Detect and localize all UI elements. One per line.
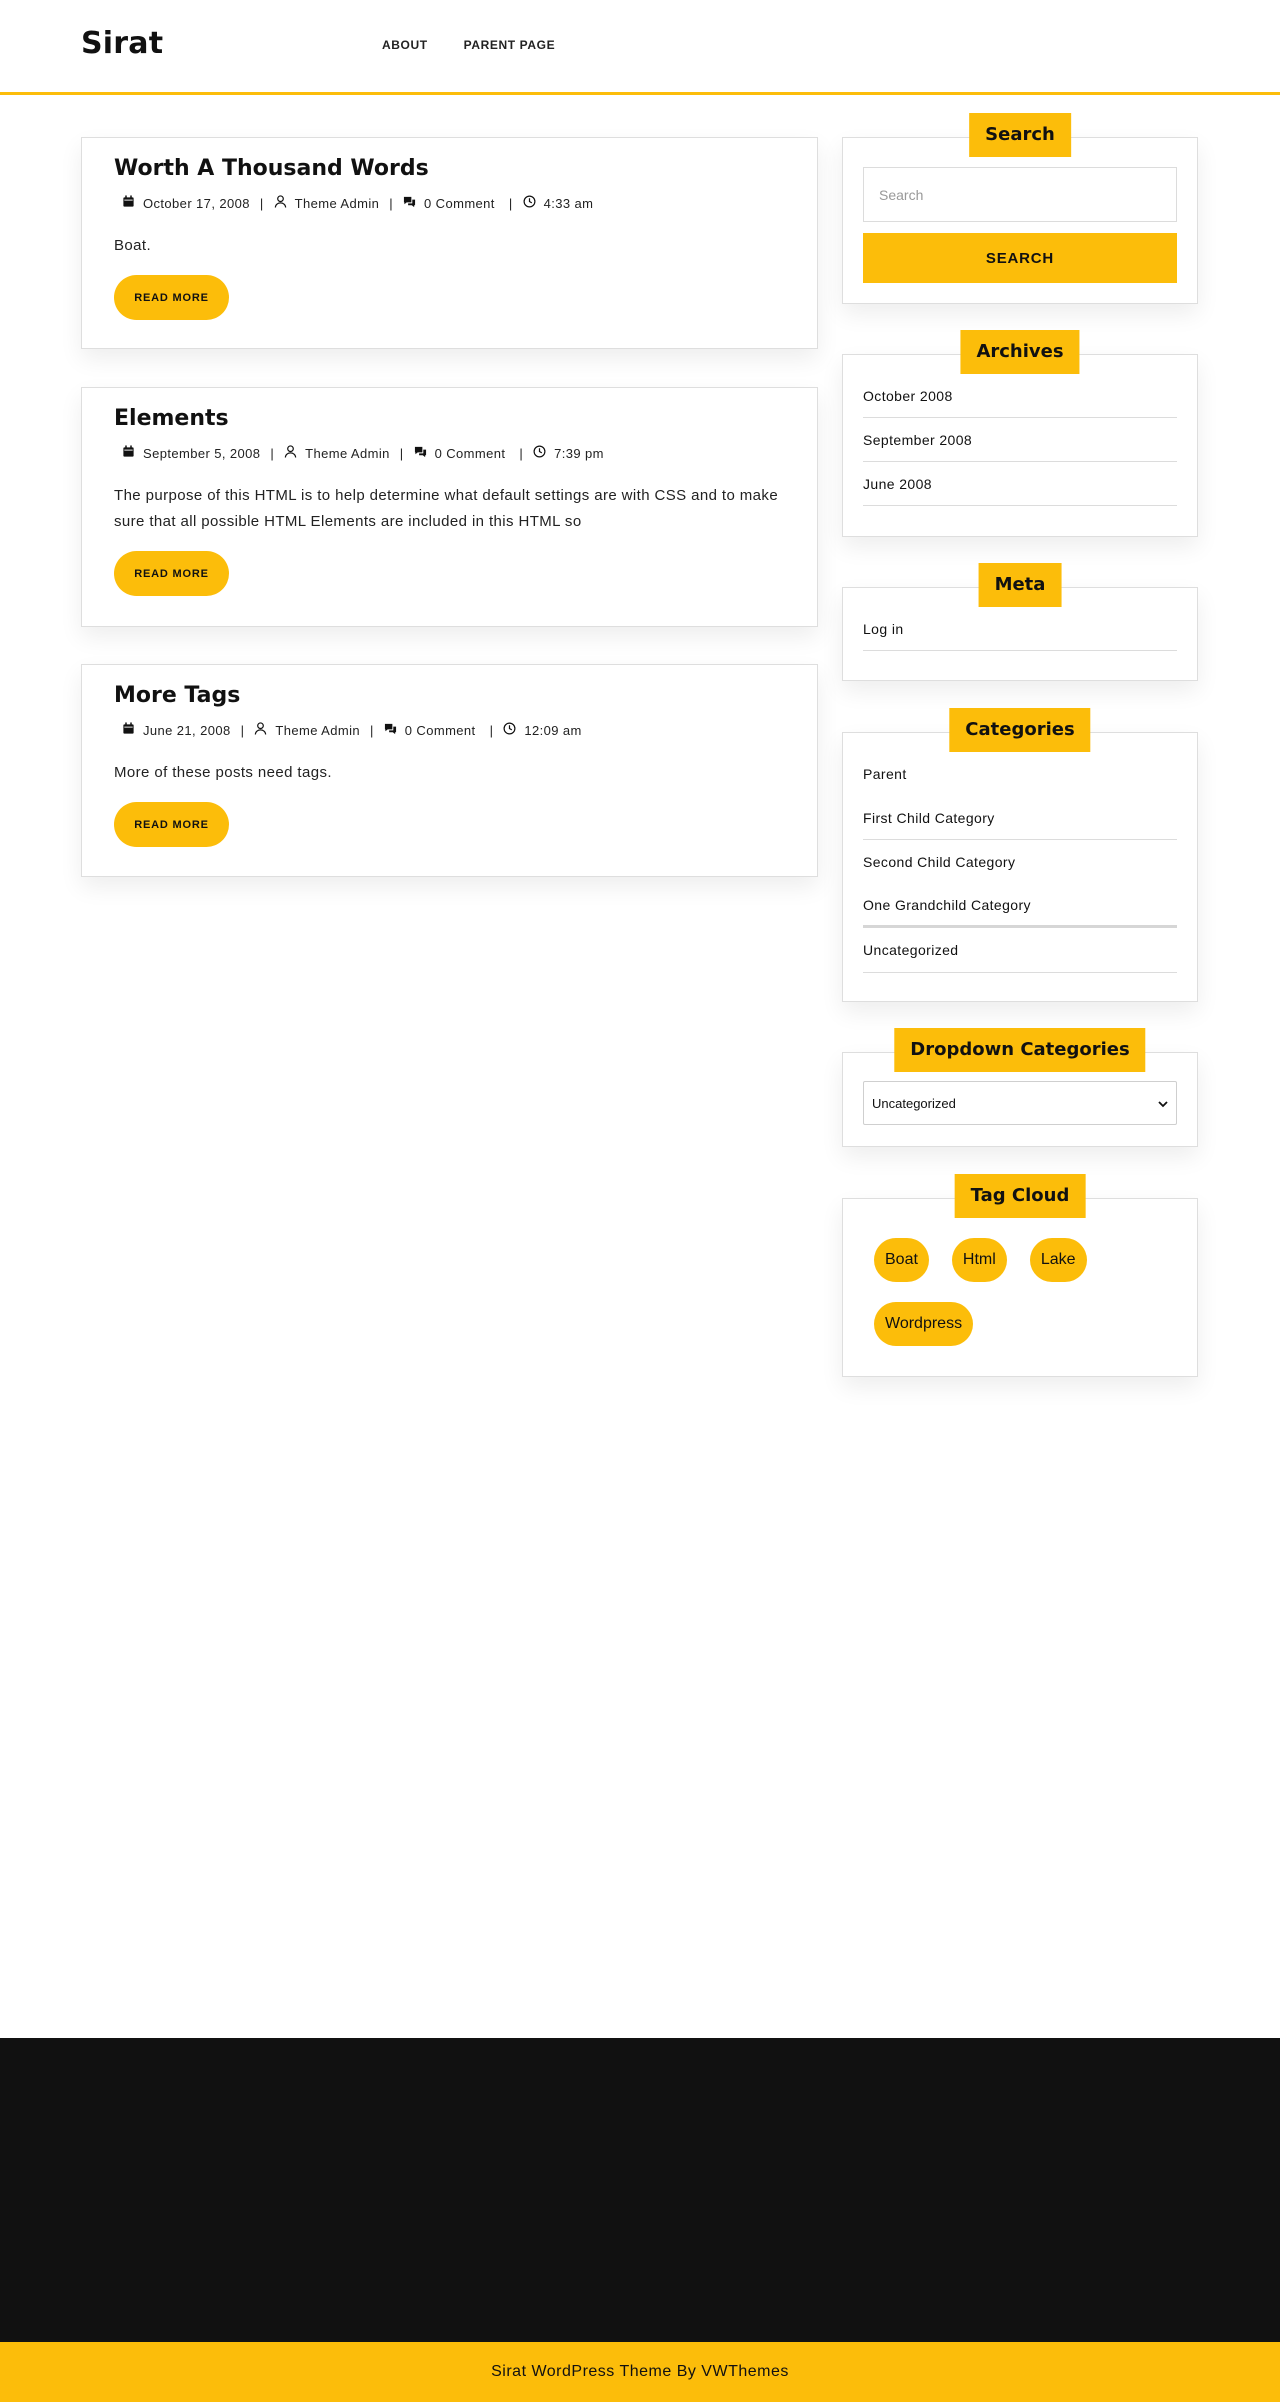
post-date[interactable]: September 5, 2008 [143, 446, 260, 461]
meta-widget: Meta Log in [842, 563, 1198, 681]
clock-icon [523, 195, 536, 211]
tag-list: Boat Html Lake Wordpress [863, 1238, 1177, 1346]
widget-title: Meta [978, 563, 1062, 607]
site-title[interactable]: Sirat [81, 26, 163, 61]
user-icon [254, 722, 267, 738]
widget-title: Search [969, 113, 1071, 157]
post-card: Elements September 5, 2008 | Theme Admin… [81, 387, 818, 627]
post-date[interactable]: October 17, 2008 [143, 196, 250, 211]
post-meta: September 5, 2008 | Theme Admin | 0 Comm… [114, 445, 785, 461]
post-date[interactable]: June 21, 2008 [143, 723, 231, 738]
read-more-button[interactable]: READ MORE [114, 551, 229, 596]
tag-link[interactable]: Wordpress [874, 1302, 974, 1346]
categories-widget: Categories Parent First Child Category S… [842, 708, 1198, 1002]
post-comments[interactable]: 0 Comment [405, 723, 476, 738]
widget-title: Dropdown Categories [894, 1028, 1146, 1072]
nav-item-parent-page[interactable]: PARENT PAGE [464, 38, 556, 52]
chevron-down-icon [1158, 1096, 1168, 1111]
clock-icon [533, 445, 546, 461]
calendar-icon [122, 445, 135, 461]
post-time: 7:39 pm [554, 445, 604, 461]
archive-link[interactable]: June 2008 [863, 462, 1177, 506]
comments-icon [384, 722, 397, 738]
tag-link[interactable]: Html [951, 1238, 1007, 1282]
user-icon [274, 195, 287, 211]
post-author[interactable]: Theme Admin [295, 196, 380, 211]
widget-title: Tag Cloud [954, 1174, 1086, 1218]
login-link[interactable]: Log in [863, 607, 1177, 651]
copyright-bar: Sirat WordPress Theme By VWThemes [0, 2342, 1280, 2402]
site-header: Sirat ABOUT PARENT PAGE [0, 0, 1280, 95]
copyright-text[interactable]: Sirat WordPress Theme By VWThemes [491, 2363, 789, 2381]
post-meta: June 21, 2008 | Theme Admin | 0 Comment … [114, 722, 785, 738]
calendar-icon [122, 722, 135, 738]
widget-title: Categories [949, 708, 1091, 752]
post-meta: October 17, 2008 | Theme Admin | 0 Comme… [114, 195, 785, 211]
post-title[interactable]: More Tags [114, 683, 785, 708]
category-link[interactable]: Parent [863, 752, 1177, 796]
category-link[interactable]: Uncategorized [863, 928, 1177, 973]
dropdown-categories-widget: Dropdown Categories Uncategorized [842, 1028, 1198, 1147]
tag-cloud-widget: Tag Cloud Boat Html Lake Wordpress [842, 1174, 1198, 1377]
widget-title: Archives [960, 330, 1080, 374]
category-link[interactable]: One Grandchild Category [863, 884, 1177, 928]
post-excerpt: Boat. [114, 237, 152, 254]
categories-list: Parent First Child Category Second Child… [863, 752, 1177, 973]
post-author[interactable]: Theme Admin [275, 723, 360, 738]
comments-icon [414, 445, 427, 461]
nav-item-about[interactable]: ABOUT [382, 38, 428, 52]
post-excerpt: More of these posts need tags. [114, 764, 332, 781]
clock-icon [503, 722, 516, 738]
category-select-value: Uncategorized [872, 1095, 956, 1111]
category-link[interactable]: Second Child Category [863, 840, 1177, 884]
post-card: More Tags June 21, 2008 | Theme Admin | … [81, 664, 818, 877]
archive-link[interactable]: September 2008 [863, 418, 1177, 462]
category-select[interactable]: Uncategorized [863, 1081, 1177, 1125]
search-widget: Search Search SEARCH [842, 113, 1198, 304]
tag-link[interactable]: Lake [1029, 1238, 1087, 1282]
post-title[interactable]: Worth A Thousand Words [114, 156, 785, 181]
archives-widget: Archives October 2008 September 2008 Jun… [842, 330, 1198, 537]
archives-list: October 2008 September 2008 June 2008 [863, 374, 1177, 506]
post-excerpt: The purpose of this HTML is to help dete… [114, 487, 779, 530]
read-more-button[interactable]: READ MORE [114, 802, 229, 847]
post-comments[interactable]: 0 Comment [424, 196, 495, 211]
tag-link[interactable]: Boat [874, 1238, 929, 1282]
user-icon [284, 445, 297, 461]
post-time: 4:33 am [543, 195, 594, 211]
post-time: 12:09 am [524, 722, 582, 738]
read-more-button[interactable]: READ MORE [114, 275, 229, 320]
post-title[interactable]: Elements [114, 406, 785, 431]
site-footer [0, 2038, 1280, 2342]
comments-icon [403, 195, 416, 211]
search-input[interactable]: Search [863, 167, 1177, 222]
main-nav: ABOUT PARENT PAGE [382, 38, 555, 52]
calendar-icon [122, 195, 135, 211]
post-comments[interactable]: 0 Comment [435, 446, 506, 461]
archive-link[interactable]: October 2008 [863, 374, 1177, 418]
meta-list: Log in [863, 607, 1177, 651]
search-button[interactable]: SEARCH [863, 233, 1177, 283]
post-card: Worth A Thousand Words October 17, 2008 … [81, 137, 818, 349]
category-link[interactable]: First Child Category [863, 796, 1177, 840]
post-author[interactable]: Theme Admin [305, 446, 390, 461]
